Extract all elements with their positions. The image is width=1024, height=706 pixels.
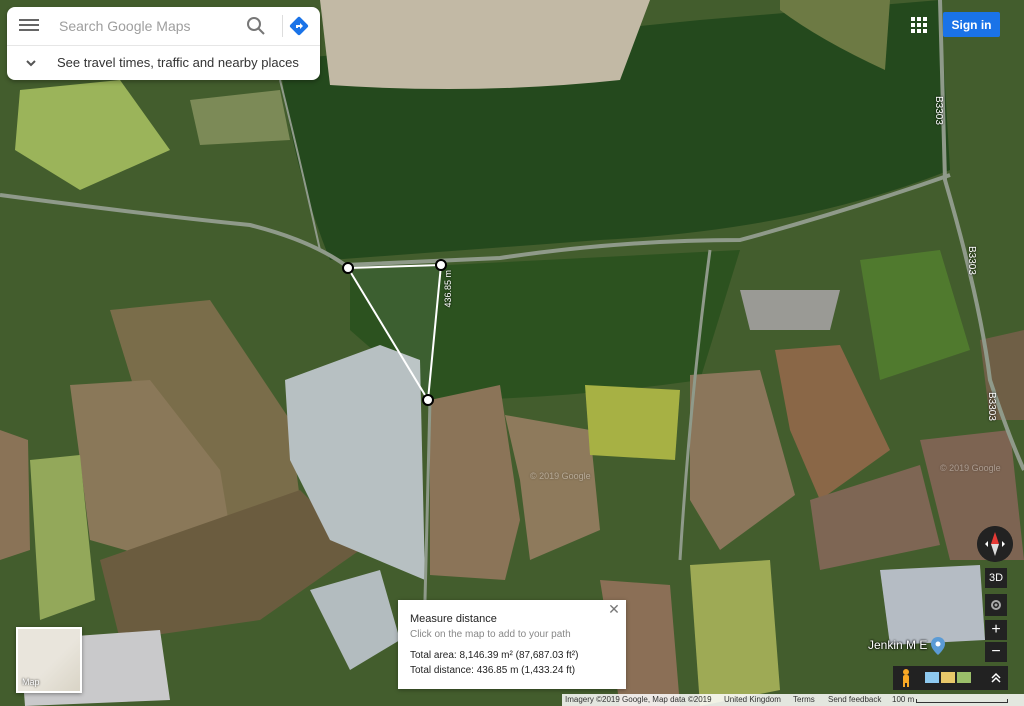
my-location-icon[interactable] — [985, 594, 1007, 616]
road-label-b3303: B3303 — [966, 246, 977, 275]
terms-link[interactable]: Terms — [793, 695, 815, 704]
travel-times-label: See travel times, traffic and nearby pla… — [57, 55, 299, 70]
map-layer-label: Map — [22, 677, 40, 687]
apps-grid-icon[interactable] — [908, 14, 930, 36]
search-card: See travel times, traffic and nearby pla… — [7, 7, 320, 80]
measure-total-area: Total area: 8,146.39 m² (87,687.03 ft²) — [410, 650, 579, 661]
map-watermark: © 2019 Google — [530, 471, 591, 481]
attribution-bar: Imagery ©2019 Google, Map data ©2019 Uni… — [562, 694, 1024, 706]
3d-button[interactable]: 3D — [985, 568, 1007, 588]
map-watermark: © 2019 Google — [940, 463, 1001, 473]
imagery-thumb[interactable] — [957, 672, 971, 683]
chevron-down-icon — [26, 60, 36, 67]
measure-segment-label: 436.85 m — [443, 270, 453, 308]
send-feedback-link[interactable]: Send feedback — [828, 695, 881, 704]
region-label: United Kingdom — [724, 695, 781, 704]
street-view-bar — [893, 666, 1008, 690]
zoom-out-button[interactable]: − — [985, 642, 1007, 662]
menu-icon[interactable] — [19, 16, 39, 34]
compass-icon[interactable] — [977, 526, 1013, 562]
zoom-in-button[interactable]: + — [985, 620, 1007, 640]
search-divider — [282, 15, 283, 37]
scale-bar — [916, 699, 1008, 703]
travel-times-row[interactable]: See travel times, traffic and nearby pla… — [7, 45, 320, 81]
road-label-b3303: B3303 — [933, 96, 944, 125]
place-label-text: Jenkin M E — [868, 638, 928, 653]
expand-up-icon[interactable] — [990, 671, 1002, 685]
imagery-thumb[interactable] — [941, 672, 955, 683]
measure-distance-card: Measure distance Click on the map to add… — [398, 600, 626, 689]
close-icon[interactable]: ✕ — [606, 601, 622, 618]
search-row — [7, 7, 320, 44]
directions-icon[interactable] — [288, 15, 310, 37]
measure-hint: Click on the map to add to your path — [410, 629, 571, 640]
search-icon[interactable] — [245, 15, 267, 37]
search-input[interactable] — [57, 15, 241, 37]
measure-title: Measure distance — [410, 613, 497, 625]
road-label-b3303: B3303 — [986, 392, 997, 421]
pegman-icon[interactable] — [899, 668, 913, 688]
place-label[interactable]: Jenkin M E — [868, 637, 945, 655]
measure-total-distance: Total distance: 436.85 m (1,433.24 ft) — [410, 665, 576, 676]
sign-in-button[interactable]: Sign in — [943, 12, 1000, 37]
imagery-credit: Imagery ©2019 Google, Map data ©2019 — [565, 695, 712, 704]
map-layer-toggle[interactable]: Map — [16, 627, 82, 693]
imagery-thumb[interactable] — [925, 672, 939, 683]
place-pin-icon — [930, 637, 945, 655]
scale-label: 100 m — [892, 695, 915, 704]
